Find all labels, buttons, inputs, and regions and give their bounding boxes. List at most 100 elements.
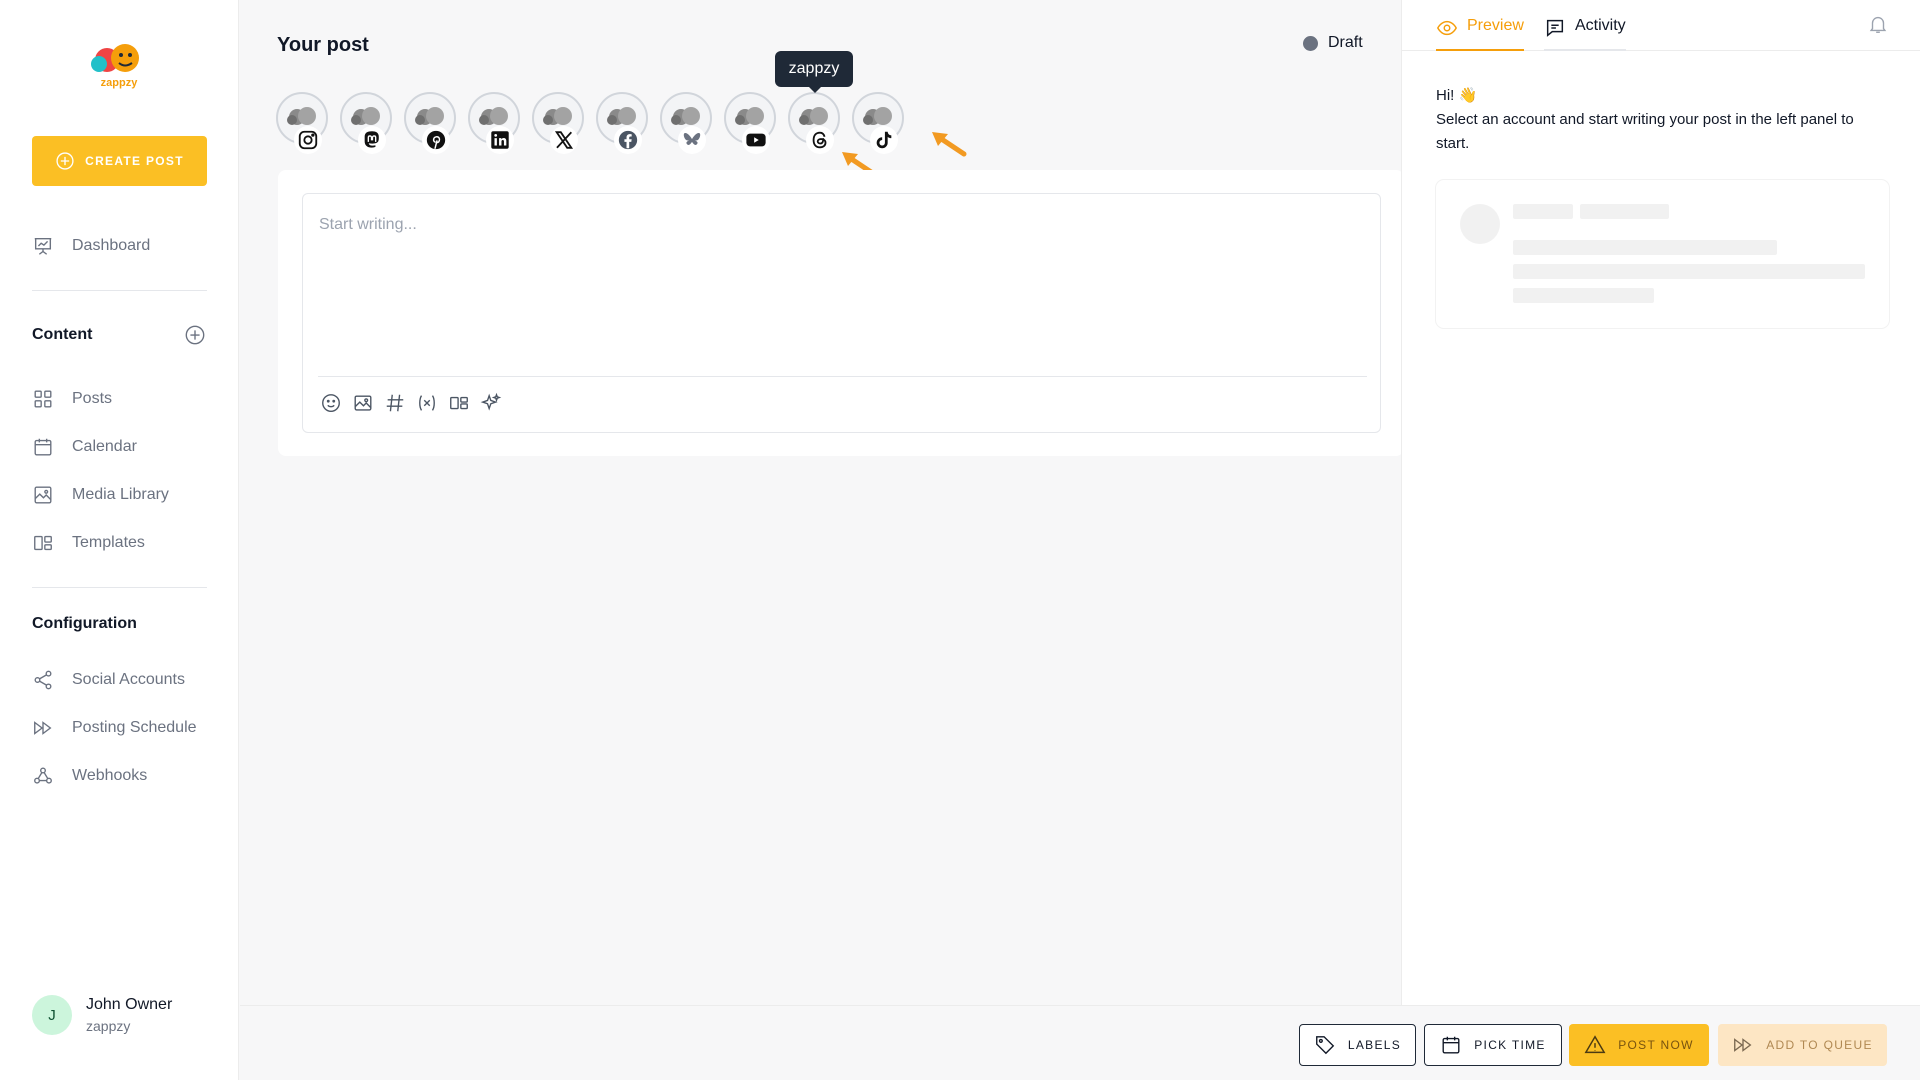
- fast-forward-icon: [1734, 1038, 1752, 1052]
- nav-social-accounts-label: Social Accounts: [72, 671, 185, 688]
- post-text-editor[interactable]: Start writing...: [302, 193, 1381, 433]
- user-org: zappzy: [86, 1018, 131, 1034]
- pick-time-button[interactable]: PICK TIME: [1424, 1024, 1562, 1066]
- linkedin-icon: [486, 126, 514, 154]
- preview-panel: Preview Activity Hi! 👋 Select an account…: [1401, 0, 1920, 1005]
- skeleton-line: [1513, 288, 1654, 303]
- emoji-icon[interactable]: [319, 391, 343, 415]
- nav-social-accounts[interactable]: Social Accounts: [32, 665, 185, 695]
- account-tooltip: zappzy: [775, 51, 853, 93]
- account-facebook[interactable]: [596, 92, 648, 154]
- annotation-arrow-icon: [932, 132, 967, 157]
- account-youtube[interactable]: [724, 92, 776, 154]
- ai-sparkle-icon[interactable]: [479, 391, 503, 415]
- mastodon-icon: [358, 126, 386, 154]
- nav-calendar[interactable]: Calendar: [32, 432, 137, 462]
- skeleton-line: [1513, 240, 1777, 255]
- create-post-button[interactable]: CREATE POST: [32, 136, 207, 186]
- bell-icon[interactable]: [1867, 13, 1889, 35]
- account-x[interactable]: [532, 92, 584, 154]
- nav-webhooks[interactable]: Webhooks: [32, 761, 147, 791]
- nav-posting-schedule[interactable]: Posting Schedule: [32, 713, 197, 743]
- nav-media-library-label: Media Library: [72, 486, 169, 503]
- account-linkedin[interactable]: [468, 92, 520, 154]
- templates-icon: [34, 535, 52, 551]
- instagram-icon: [294, 126, 322, 154]
- add-to-queue-button-label: ADD TO QUEUE: [1766, 1038, 1873, 1052]
- post-now-button-label: POST NOW: [1618, 1038, 1694, 1052]
- presentation-chart-icon: [34, 237, 52, 255]
- calendar-icon: [34, 438, 52, 456]
- variable-icon[interactable]: [415, 391, 439, 415]
- configuration-section-title: Configuration: [32, 615, 137, 632]
- account-selector: [276, 92, 904, 154]
- editor-divider: [318, 376, 1367, 377]
- skeleton-line: [1580, 204, 1669, 219]
- facebook-icon: [614, 126, 642, 154]
- skeleton-line: [1513, 264, 1865, 279]
- post-editor-panel: Your post Draft zappzy Start writing...: [240, 0, 1404, 1005]
- avatar: J: [32, 995, 72, 1035]
- pick-time-button-label: PICK TIME: [1474, 1038, 1546, 1052]
- action-bar: LABELS PICK TIME POST NOW ADD TO QUEUE: [240, 1005, 1920, 1080]
- greeting-hi: Hi! 👋: [1436, 87, 1478, 104]
- nav-calendar-label: Calendar: [72, 438, 137, 455]
- nav-posting-schedule-label: Posting Schedule: [72, 719, 197, 736]
- grid-icon: [34, 390, 52, 408]
- nav-templates-label: Templates: [72, 534, 145, 551]
- labels-button-label: LABELS: [1347, 1038, 1402, 1052]
- status-label: Draft: [1328, 34, 1363, 51]
- fast-forward-icon: [34, 721, 52, 735]
- account-mastodon[interactable]: [340, 92, 392, 154]
- sidebar-divider: [32, 587, 207, 588]
- tab-preview-label: Preview: [1467, 17, 1524, 34]
- bluesky-icon: [678, 126, 706, 154]
- share-icon: [34, 670, 52, 690]
- add-to-queue-button[interactable]: ADD TO QUEUE: [1718, 1024, 1887, 1066]
- tab-preview[interactable]: Preview: [1436, 17, 1524, 51]
- user-name: John Owner: [86, 996, 173, 1013]
- post-now-button[interactable]: POST NOW: [1569, 1024, 1709, 1066]
- page-title: Your post: [277, 34, 369, 56]
- nav-dashboard[interactable]: Dashboard: [32, 231, 150, 261]
- nav-templates[interactable]: Templates: [32, 528, 145, 558]
- account-bluesky[interactable]: [660, 92, 712, 154]
- eye-icon: [1437, 20, 1457, 36]
- pinterest-icon: [422, 126, 450, 154]
- add-content-icon[interactable]: [184, 324, 206, 346]
- account-instagram[interactable]: [276, 92, 328, 154]
- labels-button[interactable]: LABELS: [1299, 1024, 1416, 1066]
- plus-circle-icon: [56, 152, 74, 170]
- editor-toolbar: [319, 391, 503, 415]
- nav-dashboard-label: Dashboard: [72, 237, 151, 254]
- tab-activity[interactable]: Activity: [1544, 17, 1626, 51]
- image-icon: [34, 486, 52, 504]
- status-dot: [1303, 35, 1318, 51]
- nav-posts-label: Posts: [72, 390, 113, 407]
- logo-text: zappzy: [101, 77, 139, 89]
- tab-activity-label: Activity: [1575, 17, 1626, 34]
- editor-placeholder: Start writing...: [319, 216, 417, 233]
- user-profile[interactable]: J John Owner zappzy: [32, 995, 172, 1035]
- nav-webhooks-label: Webhooks: [72, 767, 148, 784]
- nav-posts[interactable]: Posts: [32, 384, 112, 414]
- templates-icon[interactable]: [447, 391, 471, 415]
- editor-card: Start writing...: [278, 170, 1404, 456]
- x-icon: [550, 126, 578, 154]
- preview-tabs: Preview Activity: [1402, 0, 1920, 51]
- create-post-label: CREATE POST: [85, 154, 184, 168]
- chat-icon: [1546, 19, 1564, 37]
- image-icon[interactable]: [351, 391, 375, 415]
- status-badge: Draft: [1303, 34, 1363, 52]
- account-threads[interactable]: [788, 92, 840, 154]
- account-pinterest[interactable]: [404, 92, 456, 154]
- account-tiktok[interactable]: [852, 92, 904, 154]
- nav-media-library[interactable]: Media Library: [32, 480, 169, 510]
- skeleton-line: [1513, 204, 1573, 219]
- tag-icon: [1315, 1036, 1335, 1055]
- sidebar: zappzy CREATE POST Dashboard Content Pos…: [0, 0, 239, 1080]
- webhook-icon: [34, 767, 52, 784]
- zappzy-logo[interactable]: zappzy: [85, 38, 155, 90]
- preview-skeleton: [1436, 180, 1889, 328]
- hashtag-icon[interactable]: [383, 391, 407, 415]
